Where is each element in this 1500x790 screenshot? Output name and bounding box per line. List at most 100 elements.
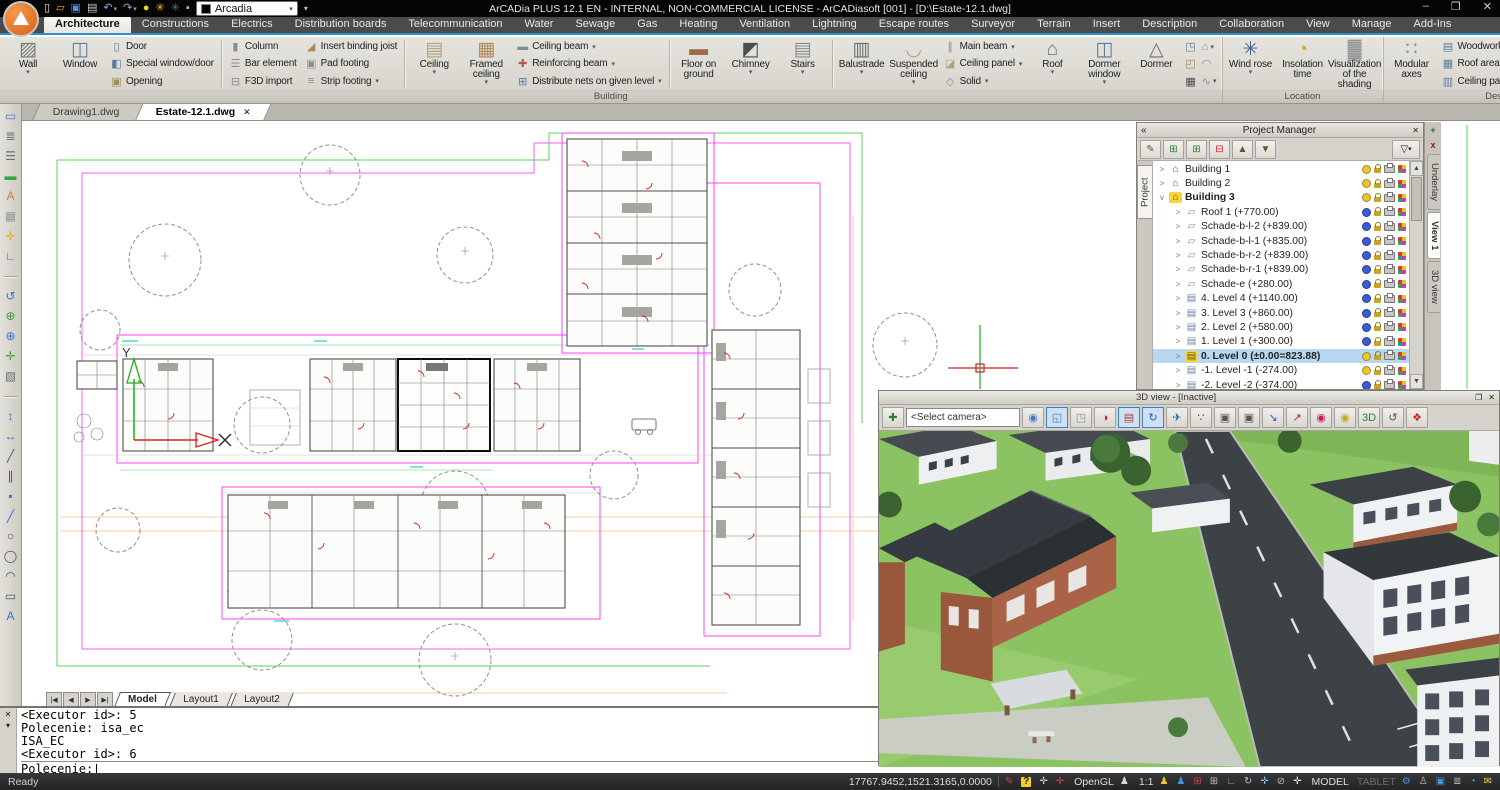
move-level-up-icon[interactable]: ▲ bbox=[1232, 140, 1253, 159]
tree-item[interactable]: > ▱ Schade-b-r-2 (+839.00) bbox=[1153, 248, 1409, 262]
coordinates[interactable]: 17767.9452,1521.3165,0.0000 bbox=[847, 776, 992, 788]
tablet-label[interactable]: TABLET bbox=[1355, 776, 1396, 788]
add-view-button[interactable]: + bbox=[1425, 122, 1441, 137]
lock-icon[interactable] bbox=[1374, 211, 1381, 216]
restore-button[interactable]: ❐ bbox=[1451, 0, 1461, 13]
palette-icon[interactable] bbox=[1398, 165, 1406, 173]
tree-item[interactable]: > ▱ Schade-e (+280.00) bbox=[1153, 277, 1409, 291]
palette-icon[interactable] bbox=[1398, 208, 1406, 216]
print-icon[interactable] bbox=[1384, 180, 1395, 188]
solar-panel-icon[interactable]: ▦ ▾ bbox=[1184, 73, 1196, 89]
ribbon-button[interactable]: ▤ Ceiling ▾ bbox=[408, 38, 460, 90]
rectangle-icon[interactable]: ▭ bbox=[2, 586, 20, 606]
visibility-bulb-icon[interactable] bbox=[1362, 337, 1371, 346]
render-mode-icon[interactable]: ◑ bbox=[1094, 407, 1116, 428]
snap-icon[interactable]: ✛ bbox=[2, 226, 20, 246]
ribbon-tab[interactable]: Water bbox=[514, 16, 565, 33]
print-icon[interactable] bbox=[1384, 295, 1395, 303]
save-icon[interactable]: ▣ ▾ bbox=[69, 1, 83, 16]
tree-item[interactable]: > ▱ Schade-b-r-1 (+839.00) bbox=[1153, 263, 1409, 277]
visibility-bulb-icon[interactable] bbox=[1362, 193, 1371, 202]
visibility-bulb-icon[interactable] bbox=[1362, 208, 1371, 217]
close-command-icon[interactable]: ✕ bbox=[2, 709, 14, 720]
lock-icon[interactable] bbox=[1374, 326, 1381, 331]
document-tab[interactable]: Estate-12.1.dwg✕ bbox=[135, 103, 271, 120]
ribbon-button[interactable]: ▓ Visualization of the shading ▾ bbox=[1329, 38, 1381, 90]
save-3d-icon[interactable]: 3D bbox=[1358, 407, 1380, 428]
ribbon-button[interactable]: ◫ Dormer window ▾ bbox=[1078, 38, 1130, 90]
user-icon[interactable]: ♙ bbox=[1419, 777, 1430, 787]
layout-tab[interactable]: Layout1 bbox=[169, 693, 232, 707]
tree-scrollbar[interactable]: ▲ ▼ bbox=[1409, 161, 1423, 389]
ribbon-button[interactable]: ▮ Column ▾ bbox=[227, 39, 299, 55]
camera-pin-icon[interactable]: ◉ bbox=[1022, 407, 1044, 428]
status-toggle[interactable] bbox=[998, 776, 999, 787]
tree-item[interactable]: > ▱ Schade-b-l-1 (+835.00) bbox=[1153, 234, 1409, 248]
tree-item[interactable]: > ▤ 0. Level 0 (±0.00=823.88) bbox=[1153, 349, 1409, 363]
snap-marker-icon[interactable]: ✛ bbox=[1039, 777, 1049, 787]
expand-chevron-icon[interactable]: > bbox=[1174, 366, 1182, 375]
lock-icon[interactable] bbox=[1374, 197, 1381, 202]
ribbon-button[interactable]: ⊟ F3D import ▾ bbox=[227, 73, 299, 89]
expand-chevron-icon[interactable]: > bbox=[1158, 179, 1166, 188]
print-icon[interactable] bbox=[1384, 309, 1395, 317]
tree-item[interactable]: v ⌂ Building 3 bbox=[1153, 191, 1409, 205]
expand-chevron-icon[interactable]: > bbox=[1174, 280, 1182, 289]
ribbon-button[interactable]: ▤ Stairs ▾ bbox=[777, 38, 829, 90]
palette-icon[interactable] bbox=[1398, 338, 1406, 346]
ribbon-button[interactable]: ∥ Main beam ▾ bbox=[942, 39, 1025, 55]
ribbon-button[interactable]: ◢ Insert binding joist ▾ bbox=[303, 39, 400, 55]
mail-icon[interactable]: ✉ bbox=[1484, 777, 1494, 787]
bulb-icon[interactable]: ● ▾ bbox=[141, 1, 152, 16]
freeze-icon[interactable]: ✳ ▾ bbox=[169, 1, 182, 16]
dim-horizontal-icon[interactable]: ↔ bbox=[2, 426, 20, 446]
ribbon-button[interactable]: ▤ Woodwork list ▾ bbox=[1440, 39, 1500, 55]
ribbon-button[interactable]: ▣ Opening ▾ bbox=[108, 73, 216, 89]
ribbon-tab[interactable]: Add-Ins bbox=[1403, 16, 1463, 33]
regen-icon[interactable]: ↺ bbox=[2, 286, 20, 306]
plot-icon[interactable]: ▤ ▾ bbox=[85, 1, 99, 16]
lock-icon[interactable] bbox=[1374, 384, 1381, 389]
record-video-icon[interactable]: ◉ bbox=[1310, 407, 1332, 428]
ribbon-button[interactable]: ◪ Ceiling panel ▾ bbox=[942, 56, 1025, 72]
ribbon-button[interactable]: ◡ Suspended ceiling ▾ bbox=[888, 38, 940, 90]
tree-item[interactable]: > ▤ 3. Level 3 (+860.00) bbox=[1153, 306, 1409, 320]
ribbon-button[interactable]: ▯ Door ▾ bbox=[108, 39, 216, 55]
palette-icon[interactable] bbox=[1398, 381, 1406, 389]
print-icon[interactable] bbox=[1384, 338, 1395, 346]
ribbon-tab[interactable]: Constructions bbox=[131, 16, 220, 33]
ribbon-button[interactable]: ◧ Special window/door ▾ bbox=[108, 56, 216, 72]
ribbon-tab[interactable]: View bbox=[1295, 16, 1341, 33]
tree-item[interactable]: > ▤ 4. Level 4 (+1140.00) bbox=[1153, 292, 1409, 306]
roof-hatch-icon[interactable]: ◰ ▾ bbox=[1184, 56, 1196, 72]
ribbon-tab[interactable]: Collaboration bbox=[1208, 16, 1295, 33]
dim-linear-icon[interactable]: ↕ bbox=[2, 406, 20, 426]
last-layout-icon[interactable]: ▶| bbox=[97, 692, 113, 707]
visibility-bulb-icon[interactable] bbox=[1362, 294, 1371, 303]
view-tab[interactable]: 3D view bbox=[1427, 261, 1440, 313]
view-tab[interactable]: View 1 bbox=[1427, 212, 1440, 259]
autosnap-icon[interactable]: ✛ bbox=[1056, 777, 1066, 787]
layers-state-icon[interactable]: ≣ bbox=[1453, 777, 1463, 787]
ribbon-tab[interactable]: Sewage bbox=[564, 16, 626, 33]
ribbon-button[interactable]: ≡ Strip footing ▾ bbox=[303, 73, 400, 89]
layout-tab[interactable]: Model bbox=[114, 692, 171, 707]
palette-icon[interactable] bbox=[1398, 194, 1406, 202]
restore-window-icon[interactable]: ❐ bbox=[1475, 393, 1482, 402]
tree-item[interactable]: > ▤ -2. Level -2 (-374.00) bbox=[1153, 378, 1409, 389]
ribbon-button[interactable]: ▦ Framed ceiling ▾ bbox=[460, 38, 512, 90]
zoom-extents-icon[interactable]: ⊕ bbox=[2, 326, 20, 346]
palette-icon[interactable] bbox=[1398, 266, 1406, 274]
prev-layout-icon[interactable]: ◀ bbox=[63, 692, 79, 707]
visibility-bulb-icon[interactable] bbox=[1362, 381, 1371, 389]
ribbon-button[interactable]: ▨ Wall ▾ bbox=[2, 38, 54, 90]
visibility-bulb-icon[interactable] bbox=[1362, 179, 1371, 188]
3d-render-viewport[interactable] bbox=[879, 431, 1499, 765]
close-panel-icon[interactable]: ✕ bbox=[1412, 126, 1419, 135]
add-level-icon[interactable]: ⊞ bbox=[1186, 140, 1207, 159]
snow-guard-icon[interactable]: ∿ ▾ bbox=[1201, 73, 1218, 89]
notes-icon[interactable]: ▬ bbox=[2, 166, 20, 186]
lock-icon[interactable] bbox=[1374, 255, 1381, 260]
expand-chevron-icon[interactable]: > bbox=[1158, 165, 1166, 174]
open-file-icon[interactable]: ▱ ▾ bbox=[54, 1, 66, 16]
